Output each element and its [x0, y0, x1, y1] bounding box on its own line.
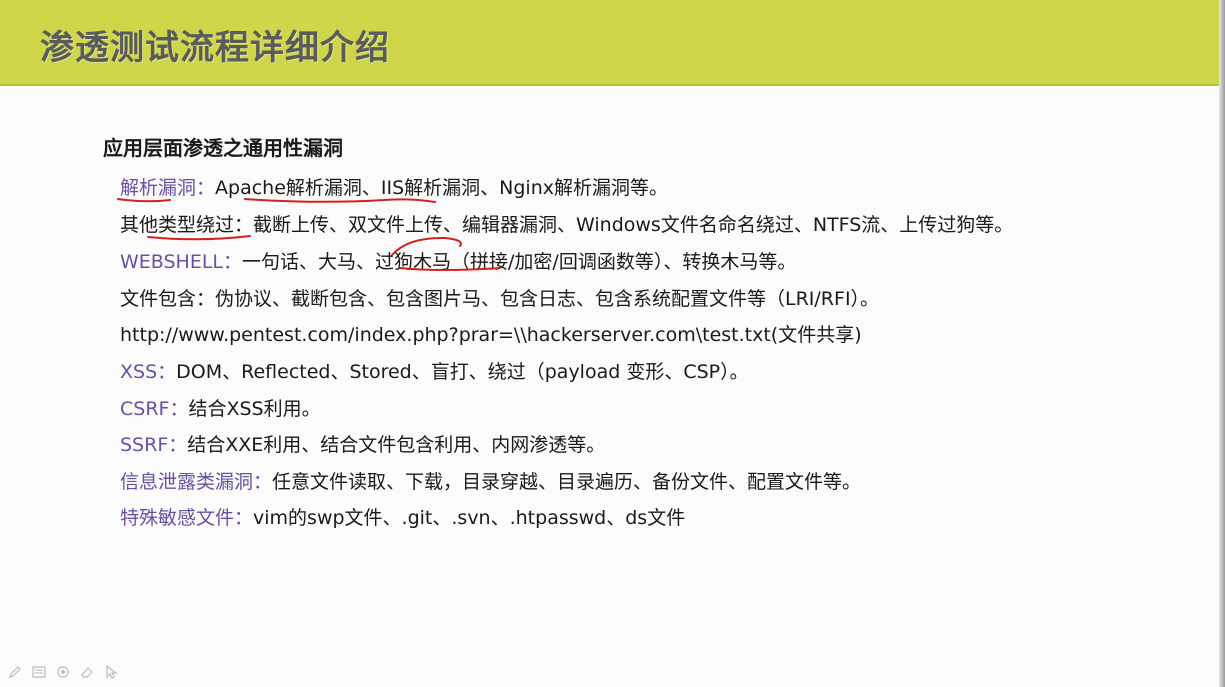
item-label: 特殊敏感文件： [120, 507, 254, 529]
slide-content: 应用层面渗透之通用性漏洞 解析漏洞：Apache解析漏洞、IIS解析漏洞、Ngi… [0, 84, 1219, 687]
item-label: XSS： [120, 361, 177, 383]
item-label: 信息泄露类漏洞： [120, 471, 273, 493]
item-label: SSRF： [120, 434, 188, 456]
list-item: XSS：DOM、Reflected、Stored、盲打、绕过（payload 变… [120, 357, 749, 384]
slide-title: 渗透测试流程详细介绍 [40, 28, 390, 68]
item-text: 一句话、大马、过狗木马（拼接/加密/回调函数等）、转换木马等。 [242, 251, 797, 273]
list-item-url: http://www.pentest.com/index.php?prar=\\… [120, 320, 862, 347]
eraser-icon[interactable] [78, 663, 96, 681]
window-edge [1219, 0, 1225, 687]
list-item: 其他类型绕过：截断上传、双文件上传、编辑器漏洞、Windows文件名命名绕过、N… [120, 210, 1013, 237]
item-label: 其他类型绕过： [120, 214, 254, 236]
highlighter-icon[interactable] [54, 663, 72, 681]
list-item: 信息泄露类漏洞：任意文件读取、下载，目录穿越、目录遍历、备份文件、配置文件等。 [120, 467, 861, 494]
list-item: SSRF：结合XXE利用、结合文件包含利用、内网渗透等。 [120, 430, 605, 457]
list-item: 特殊敏感文件：vim的swp文件、.git、.svn、.htpasswd、ds文… [120, 503, 685, 530]
presentation-toolbar [6, 663, 120, 681]
section-heading: 应用层面渗透之通用性漏洞 [103, 136, 343, 160]
list-item: WEBSHELL：一句话、大马、过狗木马（拼接/加密/回调函数等）、转换木马等。 [120, 247, 796, 274]
item-text: 伪协议、截断包含、包含图片马、包含日志、包含系统配置文件等（LRI/RFI）。 [215, 288, 880, 310]
pen-icon[interactable] [6, 663, 24, 681]
slide-header: 渗透测试流程详细介绍 [0, 0, 1225, 86]
list-item: CSRF：结合XSS利用。 [120, 394, 321, 421]
item-text: http://www.pentest.com/index.php?prar=\\… [120, 324, 862, 346]
item-text: DOM、Reflected、Stored、盲打、绕过（payload 变形、CS… [176, 361, 749, 383]
item-text: 结合XSS利用。 [188, 398, 321, 420]
item-label: WEBSHELL： [120, 251, 243, 273]
item-text: vim的swp文件、.git、.svn、.htpasswd、ds文件 [253, 507, 686, 529]
item-text: 截断上传、双文件上传、编辑器漏洞、Windows文件名命名绕过、NTFS流、上传… [253, 214, 1014, 236]
slides-icon[interactable] [30, 663, 48, 681]
list-item: 解析漏洞：Apache解析漏洞、IIS解析漏洞、Nginx解析漏洞等。 [120, 173, 668, 200]
pointer-icon[interactable] [102, 663, 120, 681]
item-label: 文件包含： [120, 288, 216, 310]
item-label: 解析漏洞： [120, 177, 216, 199]
item-text: 结合XXE利用、结合文件包含利用、内网渗透等。 [187, 434, 606, 456]
list-item: 文件包含：伪协议、截断包含、包含图片马、包含日志、包含系统配置文件等（LRI/R… [120, 284, 879, 311]
item-text: 任意文件读取、下载，目录穿越、目录遍历、备份文件、配置文件等。 [272, 471, 862, 493]
item-label: CSRF： [120, 398, 189, 420]
item-text: Apache解析漏洞、IIS解析漏洞、Nginx解析漏洞等。 [215, 177, 669, 199]
slide: 渗透测试流程详细介绍 应用层面渗透之通用性漏洞 解析漏洞：Apache解析漏洞、… [0, 0, 1225, 687]
